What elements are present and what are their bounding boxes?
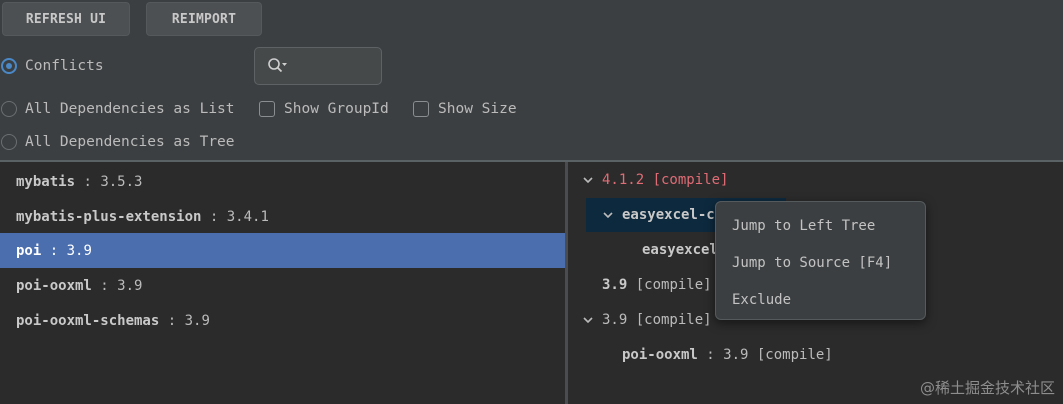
conflicts-radio[interactable] [1, 58, 17, 74]
search-input[interactable] [254, 47, 382, 85]
show-groupid-label: Show GroupId [284, 101, 389, 117]
list-item-selected[interactable]: poi : 3.9 [0, 233, 565, 268]
all-list-label: All Dependencies as List [25, 101, 235, 117]
list-item[interactable]: poi-ooxml-schemas : 3.9 [0, 303, 565, 338]
menu-item-exclude[interactable]: Exclude [716, 281, 925, 318]
tree-node[interactable]: 3.9 [compile] [582, 303, 712, 337]
refresh-ui-button[interactable]: REFRESH UI [2, 2, 130, 36]
conflicts-label: Conflicts [25, 58, 104, 74]
list-item[interactable]: poi-ooxml : 3.9 [0, 268, 565, 303]
conflict-list: mybatis : 3.5.3 mybatis-plus-extension :… [0, 162, 565, 404]
show-size-label: Show Size [438, 101, 517, 117]
conflicts-option[interactable]: Conflicts [1, 58, 104, 74]
all-list-radio[interactable] [1, 101, 17, 117]
chevron-down-icon[interactable] [582, 174, 594, 186]
reimport-button[interactable]: REIMPORT [146, 2, 262, 36]
context-menu: Jump to Left Tree Jump to Source [F4] Ex… [715, 201, 926, 320]
show-groupid-checkbox[interactable] [259, 101, 275, 117]
show-size-option[interactable]: Show Size [413, 101, 517, 117]
menu-item-jump-source[interactable]: Jump to Source [F4] [716, 244, 925, 281]
menu-item-jump-left-tree[interactable]: Jump to Left Tree [716, 207, 925, 244]
show-size-checkbox[interactable] [413, 101, 429, 117]
tree-node[interactable]: poi-ooxml : 3.9 [compile] [622, 338, 833, 372]
show-groupid-option[interactable]: Show GroupId [259, 101, 389, 117]
tree-node[interactable]: 3.9 [compile] [602, 268, 712, 302]
chevron-down-icon[interactable] [602, 209, 614, 221]
all-tree-label: All Dependencies as Tree [25, 134, 235, 150]
all-tree-radio[interactable] [1, 134, 17, 150]
all-dependencies-tree-option[interactable]: All Dependencies as Tree [1, 134, 235, 150]
tree-node[interactable]: 4.1.2 [compile] [582, 163, 728, 197]
list-item[interactable]: mybatis-plus-extension : 3.4.1 [0, 199, 565, 234]
watermark: @稀土掘金技术社区 [919, 379, 1055, 397]
list-item[interactable]: mybatis : 3.5.3 [0, 164, 565, 199]
search-icon [268, 58, 287, 73]
chevron-down-icon[interactable] [582, 314, 594, 326]
dependency-analyzer: REFRESH UI REIMPORT Conflicts All Depend… [0, 0, 1063, 404]
tree-node[interactable]: easyexcel [642, 233, 718, 267]
tree-node-selected[interactable]: easyexcel-c [602, 198, 715, 232]
all-dependencies-list-option[interactable]: All Dependencies as List [1, 101, 235, 117]
